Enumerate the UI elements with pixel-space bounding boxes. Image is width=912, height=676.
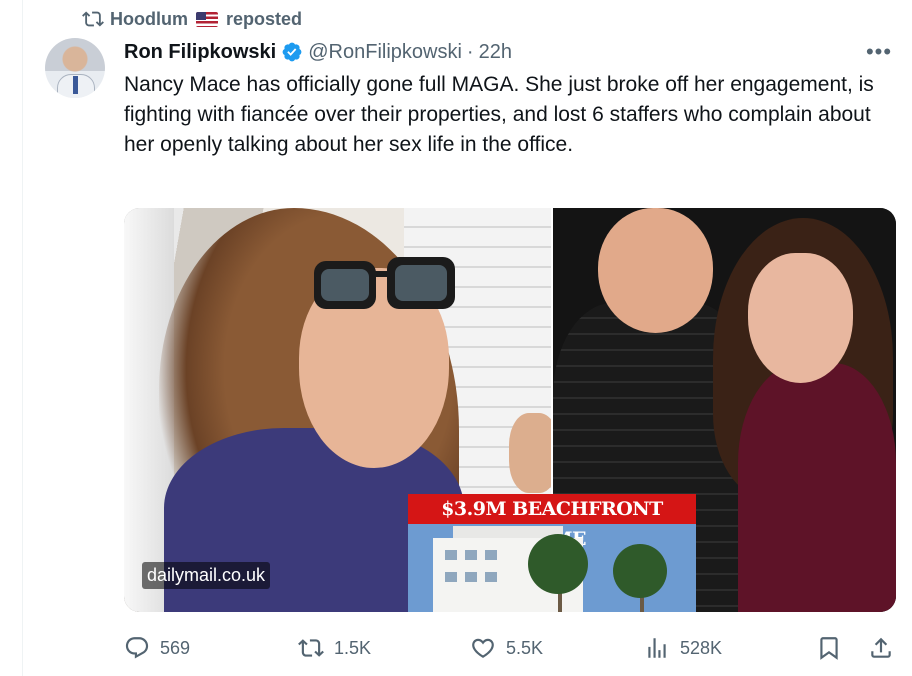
inset-photo: $3.9M BEACHFRONT HOME	[408, 494, 696, 612]
separator-dot: ·	[466, 40, 474, 63]
source-watermark: dailymail.co.uk	[142, 562, 271, 589]
tweet-text: Nancy Mace has officially gone full MAGA…	[124, 73, 874, 156]
repost-icon	[82, 11, 104, 27]
verified-badge-icon[interactable]	[281, 41, 303, 63]
bookmark-icon	[820, 637, 838, 660]
repost-icon	[298, 639, 324, 657]
reply-icon	[125, 637, 149, 659]
views-count: 528K	[680, 637, 723, 658]
repost-action-label: reposted	[226, 8, 303, 29]
share-button[interactable]	[868, 628, 894, 668]
bookmark-button[interactable]	[816, 628, 842, 668]
views-chart-icon	[648, 638, 666, 658]
reply-button[interactable]: 569	[124, 628, 190, 668]
timestamp[interactable]: 22h	[479, 41, 512, 64]
like-count: 5.5K	[506, 637, 544, 658]
inset-caption: $3.9M BEACHFRONT HOME	[408, 494, 696, 550]
share-icon	[871, 637, 891, 658]
repost-button[interactable]: 1.5K	[298, 628, 371, 668]
reply-count: 569	[160, 637, 191, 658]
repost-count: 1.5K	[334, 637, 372, 658]
us-flag-icon	[196, 11, 218, 27]
tweet-actions: 569 1.5K 5.5K 528K	[118, 628, 904, 668]
timeline-border	[22, 0, 23, 676]
tweet-header: Ron Filipkowski @RonFilipkowski · 22h	[124, 37, 512, 67]
repost-user[interactable]: Hoodlum	[110, 9, 188, 30]
like-button[interactable]: 5.5K	[470, 628, 543, 668]
sunglasses-graphic	[314, 257, 455, 309]
display-name[interactable]: Ron Filipkowski	[124, 41, 276, 64]
heart-icon	[472, 638, 494, 658]
more-options-button[interactable]: •••	[864, 38, 894, 66]
repost-context[interactable]: Hoodlum reposted	[82, 6, 302, 32]
handle[interactable]: @RonFilipkowski	[308, 41, 462, 64]
tweet-media[interactable]: $3.9M BEACHFRONT HOME dailymail.co.uk	[124, 208, 896, 612]
avatar[interactable]	[45, 38, 105, 98]
views-button[interactable]: 528K	[644, 628, 722, 668]
